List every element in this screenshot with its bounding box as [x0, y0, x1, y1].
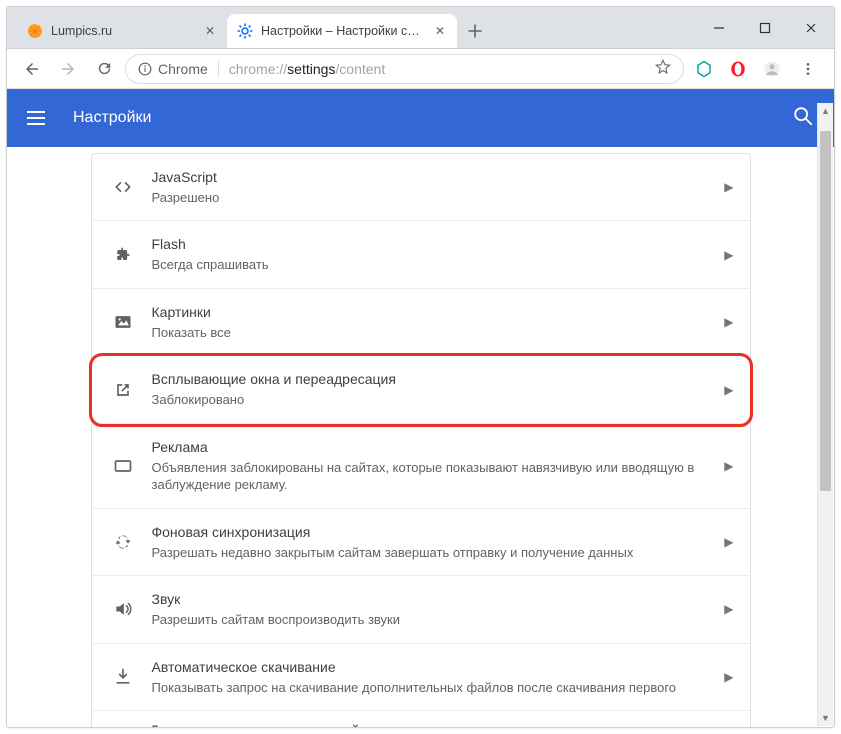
- chevron-right-icon: ▶: [724, 315, 733, 329]
- setting-text: Flash Всегда спрашивать: [152, 235, 707, 273]
- scroll-up-icon[interactable]: ▲: [818, 103, 833, 119]
- setting-title: Всплывающие окна и переадресация: [152, 370, 707, 389]
- kebab-menu-icon[interactable]: [792, 61, 824, 77]
- setting-row-downloads[interactable]: Автоматическое скачивание Показывать запр…: [92, 644, 750, 711]
- setting-text: Фоновая синхронизация Разрешать недавно з…: [152, 523, 707, 561]
- puzzle-icon: [112, 244, 134, 266]
- setting-desc: Разрешать недавно закрытым сайтам заверш…: [152, 544, 707, 562]
- extension-yandex-icon[interactable]: [690, 55, 718, 83]
- toolbar: Chrome chrome://settings/content: [7, 49, 834, 89]
- setting-text: JavaScript Разрешено: [152, 168, 707, 206]
- content-area: JavaScript Разрешено ▶ Flash Всегда спрашива…: [7, 147, 834, 727]
- rect-icon: [112, 455, 134, 477]
- window-controls: [696, 7, 834, 48]
- close-icon[interactable]: ✕: [203, 24, 217, 38]
- setting-row-sound[interactable]: Звук Разрешить сайтам воспроизводить звук…: [92, 576, 750, 643]
- setting-row-bg-sync[interactable]: Фоновая синхронизация Разрешать недавно з…: [92, 509, 750, 576]
- page-header: Настройки: [7, 89, 834, 147]
- setting-text: Звук Разрешить сайтам воспроизводить звук…: [152, 590, 707, 628]
- setting-row-javascript[interactable]: JavaScript Разрешено ▶: [92, 154, 750, 221]
- chevron-right-icon: ▶: [724, 670, 733, 684]
- chevron-right-icon: ▶: [724, 602, 733, 616]
- url-text: chrome://settings/content: [229, 61, 385, 77]
- page-title: Настройки: [73, 109, 151, 127]
- tab-lumpics[interactable]: Lumpics.ru ✕: [17, 14, 227, 48]
- separator: [218, 61, 219, 77]
- setting-desc: Объявления заблокированы на сайтах, кото…: [152, 459, 707, 494]
- setting-row-popups[interactable]: Всплывающие окна и переадресация Заблокир…: [92, 356, 750, 423]
- tab-strip: Lumpics.ru ✕ Настройки – Настройки сайта…: [7, 7, 696, 48]
- download-icon: [112, 666, 134, 688]
- setting-desc: Разрешить сайтам воспроизводить звуки: [152, 611, 707, 629]
- extension-opera-icon[interactable]: [724, 55, 752, 83]
- image-icon: [112, 311, 134, 333]
- code-icon: [112, 176, 134, 198]
- setting-title: Звук: [152, 590, 707, 609]
- setting-title: Автоматическое скачивание: [152, 658, 707, 677]
- chevron-right-icon: ▶: [724, 535, 733, 549]
- sync-icon: [112, 531, 134, 553]
- bookmark-icon[interactable]: [655, 59, 671, 78]
- chip-label: Chrome: [158, 61, 208, 77]
- setting-desc: Всегда спрашивать: [152, 256, 707, 274]
- profile-avatar-icon[interactable]: [758, 55, 786, 83]
- setting-text: Картинки Показать все: [152, 303, 707, 341]
- scrollbar[interactable]: ▲ ▼: [817, 103, 833, 726]
- address-bar[interactable]: Chrome chrome://settings/content: [125, 54, 684, 84]
- setting-text: Всплывающие окна и переадресация Заблокир…: [152, 370, 707, 408]
- volume-icon: [112, 598, 134, 620]
- scrollbar-thumb[interactable]: [820, 131, 831, 491]
- reload-button[interactable]: [89, 54, 119, 84]
- favicon-settings-icon: [237, 23, 253, 39]
- chevron-right-icon: ▶: [724, 248, 733, 262]
- chevron-right-icon: ▶: [724, 383, 733, 397]
- browser-window: Lumpics.ru ✕ Настройки – Настройки сайта…: [6, 6, 835, 728]
- search-icon[interactable]: [792, 105, 814, 132]
- scroll-down-icon[interactable]: ▼: [818, 710, 833, 726]
- setting-row-images[interactable]: Картинки Показать все ▶: [92, 289, 750, 356]
- favicon-lumpics-icon: [27, 23, 43, 39]
- setting-title: Реклама: [152, 438, 707, 457]
- back-button[interactable]: [17, 54, 47, 84]
- tab-settings[interactable]: Настройки – Настройки сайта ✕: [227, 14, 457, 48]
- info-icon: [138, 62, 152, 76]
- setting-text: Автоматическое скачивание Показывать запр…: [152, 658, 707, 696]
- setting-title: JavaScript: [152, 168, 707, 187]
- setting-desc: Разрешено: [152, 189, 707, 207]
- setting-title: Картинки: [152, 303, 707, 322]
- close-window-button[interactable]: [788, 12, 834, 44]
- settings-list: JavaScript Разрешено ▶ Flash Всегда спрашива…: [91, 153, 751, 727]
- tab-label: Настройки – Настройки сайта: [261, 24, 425, 38]
- menu-icon[interactable]: [27, 106, 51, 130]
- launch-icon: [112, 379, 134, 401]
- chevron-right-icon: ▶: [724, 459, 733, 473]
- setting-row-flash[interactable]: Flash Всегда спрашивать ▶: [92, 221, 750, 288]
- security-chip: Chrome: [138, 61, 208, 77]
- setting-row-ads[interactable]: Реклама Объявления заблокированы на сайта…: [92, 424, 750, 509]
- minimize-button[interactable]: [696, 12, 742, 44]
- setting-row-plugins[interactable]: Доступ к плагинам вне тестовой среды: [92, 711, 750, 727]
- setting-title: Доступ к плагинам вне тестовой среды: [150, 721, 404, 727]
- setting-title: Flash: [152, 235, 707, 254]
- close-icon[interactable]: ✕: [433, 24, 447, 38]
- setting-title: Фоновая синхронизация: [152, 523, 707, 542]
- setting-desc: Заблокировано: [152, 391, 707, 409]
- setting-desc: Показывать запрос на скачивание дополнит…: [152, 679, 707, 697]
- chevron-right-icon: ▶: [724, 180, 733, 194]
- tab-label: Lumpics.ru: [51, 24, 195, 38]
- new-tab-button[interactable]: [461, 17, 489, 45]
- title-bar: Lumpics.ru ✕ Настройки – Настройки сайта…: [7, 7, 834, 49]
- forward-button[interactable]: [53, 54, 83, 84]
- setting-desc: Показать все: [152, 324, 707, 342]
- maximize-button[interactable]: [742, 12, 788, 44]
- setting-text: Реклама Объявления заблокированы на сайта…: [152, 438, 707, 494]
